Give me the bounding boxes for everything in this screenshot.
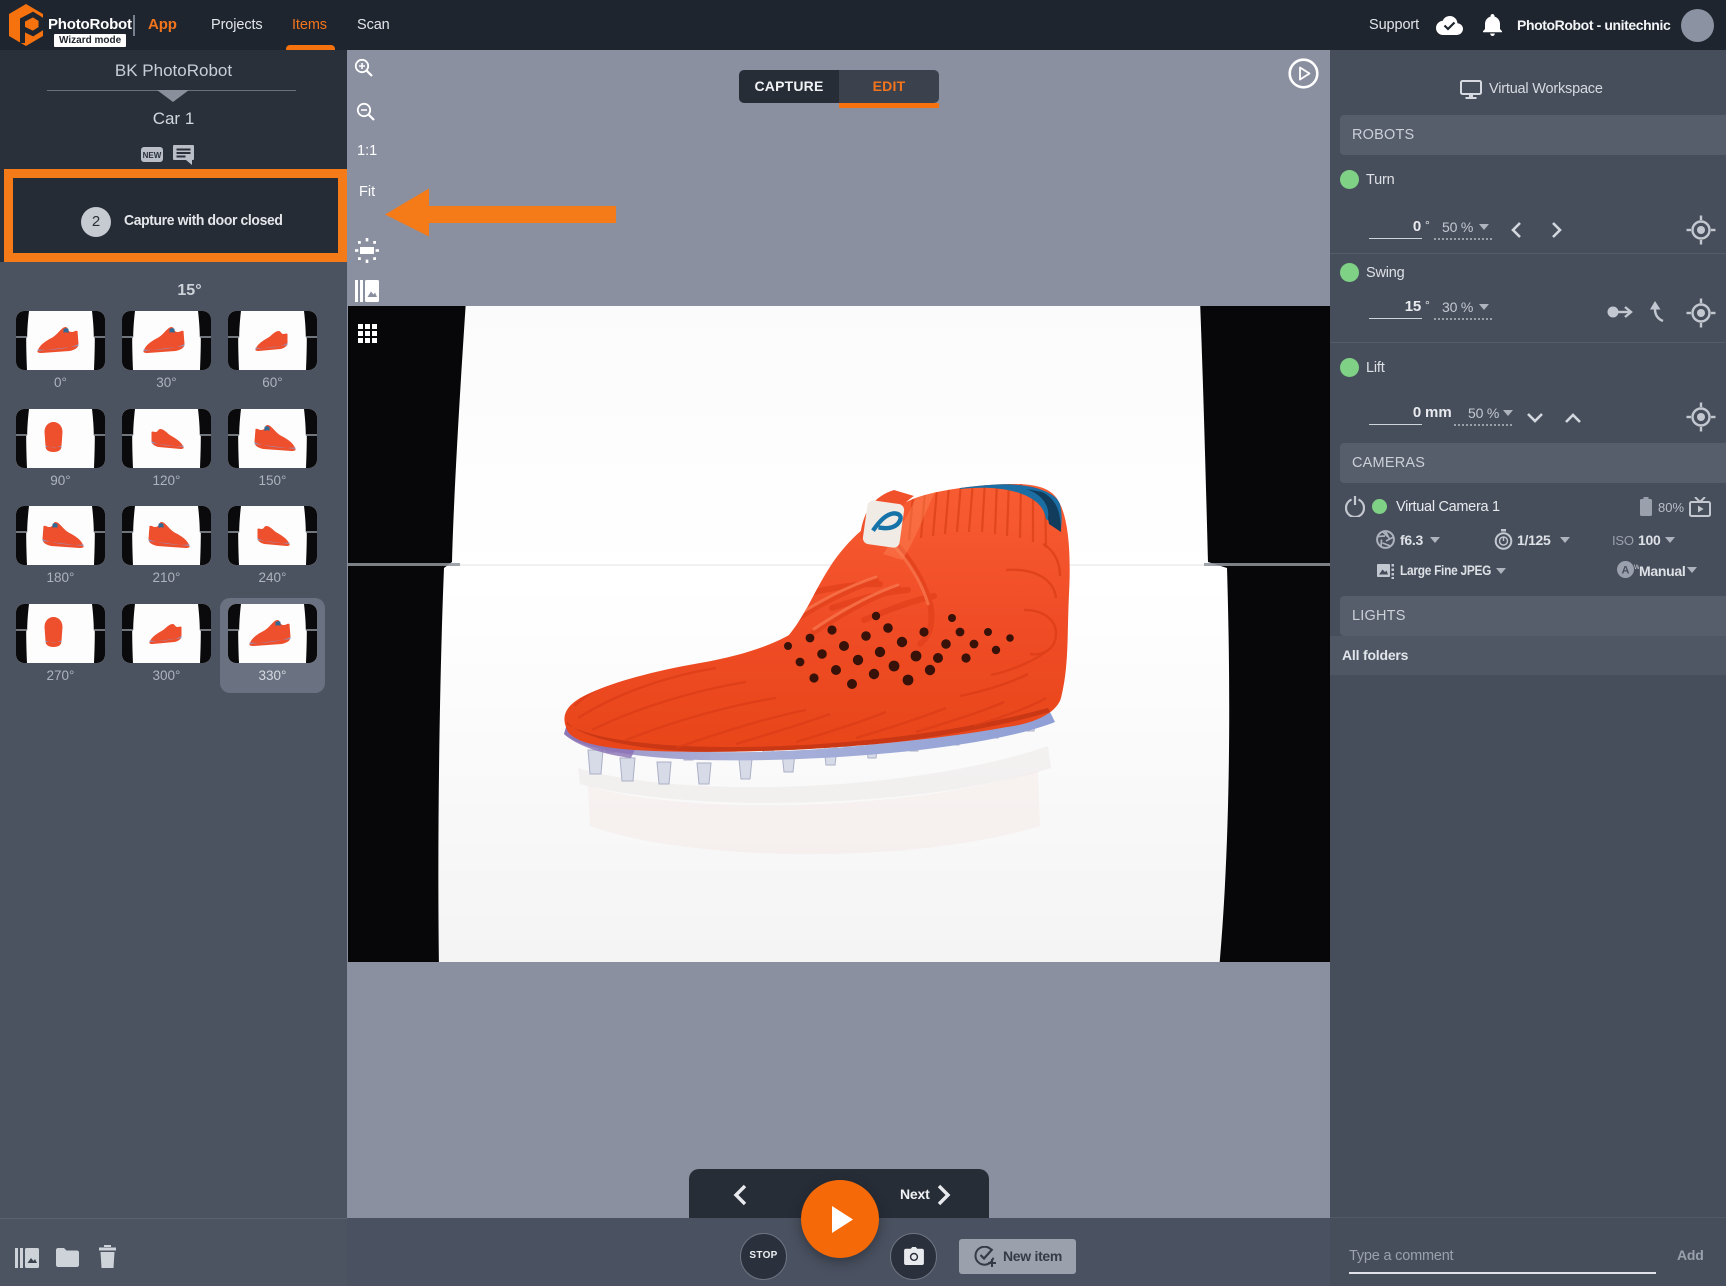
svg-text:A: A xyxy=(1622,565,1630,577)
svg-text:NEW: NEW xyxy=(143,151,162,160)
